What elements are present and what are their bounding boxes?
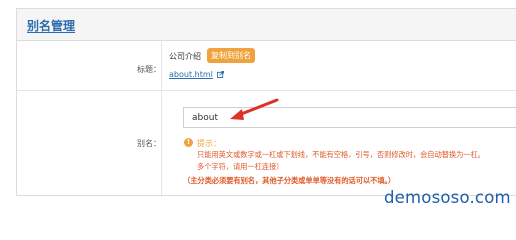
title-label: 标题： [137,65,161,74]
panel-header: 别名管理 [17,9,516,41]
panel-title[interactable]: 别名管理 [27,17,75,34]
title-value: 公司介绍 [169,52,201,61]
copy-to-alias-button[interactable]: 复制到别名 [207,48,255,63]
alias-label: 别名： [137,139,161,148]
tip-title: 提示： [197,139,221,148]
info-icon: ! [184,138,193,147]
watermark: demososo.com [384,188,511,207]
alias-management-panel: 别名管理 标题： 公司介绍 复制到别名 about.html 别名： ! 提示：… [16,8,516,197]
page-link-row: about.html [169,70,225,79]
tip-line: （主分类必须要有别名，其他子分类或单单等没有的话可以不填。） [183,176,396,185]
alias-row: 别名： ! 提示： 只能用英文或数字或一杠或下划线，不能有空格，引号，否则修改时… [17,91,516,197]
title-row: 标题： 公司介绍 复制到别名 about.html [17,41,516,91]
tip-line: 多个字符，请用一杠连接） [197,162,284,171]
page-link[interactable]: about.html [169,70,213,79]
tip-line: 只能用英文或数字或一杠或下划线，不能有空格，引号，否则修改时，会自动替换为一杠。 [197,150,485,159]
red-arrow-icon [230,98,279,120]
external-link-icon[interactable] [217,71,225,78]
